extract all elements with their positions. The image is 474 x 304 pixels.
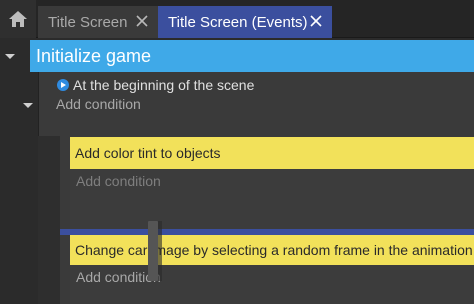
chevron-down-icon[interactable] (3, 52, 17, 62)
tab-title-screen-events[interactable]: Title Screen (Events) (158, 6, 332, 38)
play-circle-icon (57, 79, 69, 91)
tab-label: Title Screen (Events) (168, 13, 308, 31)
condition-row[interactable]: At the beginning of the scene (57, 76, 254, 94)
chevron-down-icon[interactable] (21, 101, 35, 111)
home-icon (9, 11, 27, 27)
action-add-color-tint[interactable]: Add color tint to objects (70, 137, 474, 169)
home-button[interactable] (0, 0, 36, 38)
drag-handle[interactable] (148, 221, 158, 281)
subevent-indent (38, 136, 60, 304)
event-title: Initialize game (36, 45, 152, 66)
event-gutter (0, 39, 30, 304)
subevent-conditions: Add condition (70, 169, 474, 229)
event-conditions: At the beginning of the scene Add condit… (38, 72, 474, 136)
tab-label: Title Screen (48, 13, 128, 31)
action-change-car-image[interactable]: Change car image by selecting a random f… (70, 235, 474, 265)
tab-bar: Title Screen Title Screen (Events) (0, 0, 474, 38)
event-header[interactable]: Initialize game (30, 40, 474, 72)
add-condition-link[interactable]: Add condition (56, 96, 141, 112)
action-text: Add color tint to objects (75, 145, 221, 161)
condition-text: At the beginning of the scene (73, 77, 255, 93)
action-text: Change car image by selecting a random f… (75, 242, 473, 258)
subevent-conditions: Add condition (70, 265, 474, 304)
close-icon[interactable] (308, 13, 324, 29)
tab-title-screen[interactable]: Title Screen (38, 6, 158, 38)
close-icon[interactable] (134, 13, 150, 29)
add-condition-link[interactable]: Add condition (76, 173, 161, 189)
scroll-shadow (158, 221, 162, 281)
